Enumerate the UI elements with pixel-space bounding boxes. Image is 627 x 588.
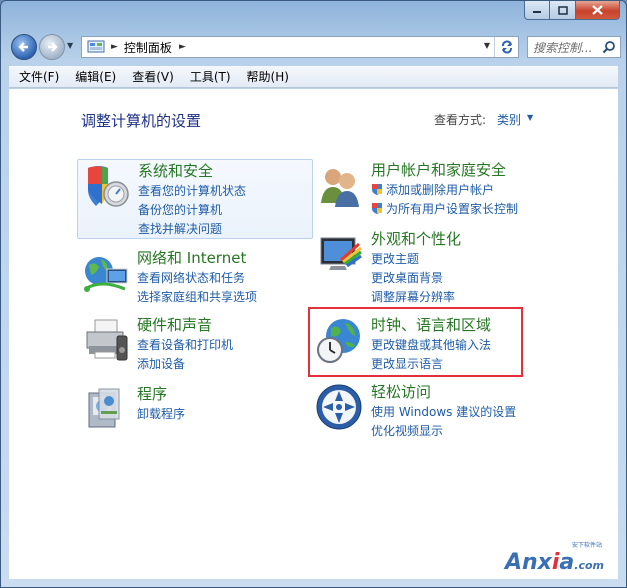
close-button[interactable] (576, 1, 620, 20)
address-bar[interactable]: ► 控制面板 ► ▼ (81, 36, 519, 58)
link-change-theme[interactable]: 更改主题 (371, 250, 419, 267)
ease-of-access-icon (316, 384, 362, 430)
watermark-brand-end: a (559, 550, 575, 575)
search-icon[interactable] (602, 40, 616, 54)
menu-help[interactable]: 帮助(H) (242, 68, 294, 85)
category-network-internet[interactable]: 网络和 Internet 查看网络状态和任务 选择家庭组和共享选项 (77, 247, 313, 309)
category-title-system-security[interactable]: 系统和安全 (138, 160, 213, 181)
link-homegroup-sharing[interactable]: 选择家庭组和共享选项 (137, 288, 257, 305)
category-appearance[interactable]: 外观和个性化 更改主题 更改桌面背景 调整屏幕分辨率 (311, 228, 561, 304)
menu-file[interactable]: 文件(F) (14, 68, 64, 85)
programs-box-icon (88, 388, 120, 428)
navigation-bar: ▼ ► 控制面板 ► ▼ 搜索控制... (9, 32, 621, 62)
recent-pages-dropdown[interactable]: ▼ (67, 41, 77, 51)
network-globe-icon (84, 257, 128, 292)
category-title-programs[interactable]: 程序 (137, 383, 167, 404)
view-by-label: 查看方式: (434, 113, 487, 127)
control-panel-icon (87, 40, 105, 53)
users-icon (321, 169, 359, 207)
search-input[interactable]: 搜索控制... (527, 36, 621, 58)
link-parental-controls-label: 为所有用户设置家长控制 (386, 202, 519, 216)
caption-buttons (524, 1, 620, 21)
printer-icon (86, 319, 128, 361)
link-uninstall-program[interactable]: 卸载程序 (137, 405, 185, 422)
link-parental-controls[interactable]: 为所有用户设置家长控制 (371, 200, 518, 217)
category-title-user-accounts[interactable]: 用户帐户和家庭安全 (371, 159, 506, 180)
link-add-device[interactable]: 添加设备 (137, 355, 185, 372)
link-windows-recommended-settings[interactable]: 使用 Windows 建议的设置 (371, 403, 516, 420)
watermark-logo: Anxia.com (505, 550, 604, 575)
category-user-accounts[interactable]: 用户帐户和家庭安全 添加或删除用户帐户 为所有用户设置家长控制 (311, 159, 561, 221)
category-programs[interactable]: 程序 卸载程序 (77, 383, 313, 433)
refresh-button[interactable] (494, 37, 518, 57)
link-add-remove-accounts[interactable]: 添加或删除用户帐户 (371, 181, 494, 198)
link-adjust-resolution[interactable]: 调整屏幕分辨率 (371, 288, 455, 305)
back-button[interactable] (11, 34, 37, 60)
menu-tools[interactable]: 工具(T) (185, 68, 236, 85)
content-pane: 调整计算机的设置 查看方式: 类别 ▼ 系统和安全 查看您的计算机状态 备份您的… (9, 89, 618, 579)
category-ease-of-access[interactable]: 轻松访问 使用 Windows 建议的设置 优化视频显示 (311, 381, 561, 439)
uac-shield-icon (372, 203, 382, 214)
close-icon (592, 5, 603, 15)
category-title-network-internet[interactable]: 网络和 Internet (137, 247, 246, 268)
watermark-subtitle: 安下软件站 (571, 542, 602, 549)
link-optimize-visual-display[interactable]: 优化视频显示 (371, 422, 443, 439)
uac-shield-icon (372, 184, 382, 195)
link-add-remove-accounts-label: 添加或删除用户帐户 (386, 183, 495, 197)
link-devices-printers[interactable]: 查看设备和打印机 (137, 336, 233, 353)
menu-bar: 文件(F) 编辑(E) 查看(V) 工具(T) 帮助(H) (9, 66, 618, 88)
category-hardware-sound[interactable]: 硬件和声音 查看设备和打印机 添加设备 (77, 314, 313, 372)
link-change-background[interactable]: 更改桌面背景 (371, 269, 443, 286)
link-troubleshoot[interactable]: 查找并解决问题 (138, 220, 222, 237)
category-title-ease-of-access[interactable]: 轻松访问 (371, 381, 431, 402)
security-shield-icon (88, 166, 129, 207)
link-view-network-status[interactable]: 查看网络状态和任务 (137, 269, 245, 286)
link-backup-computer[interactable]: 备份您的计算机 (138, 201, 222, 218)
forward-button[interactable] (39, 34, 65, 60)
category-title-appearance[interactable]: 外观和个性化 (371, 228, 461, 249)
breadcrumb-next-icon[interactable]: ► (179, 42, 186, 52)
menu-edit[interactable]: 编辑(E) (70, 68, 121, 85)
category-system-security[interactable]: 系统和安全 查看您的计算机状态 备份您的计算机 查找并解决问题 (77, 159, 313, 239)
breadcrumb-separator-icon[interactable]: ► (111, 42, 118, 52)
category-title-hardware-sound[interactable]: 硬件和声音 (137, 314, 212, 335)
minimize-button[interactable] (524, 1, 550, 20)
page-title: 调整计算机的设置 (81, 112, 202, 130)
appearance-monitor-icon (320, 237, 362, 270)
refresh-icon (501, 40, 512, 54)
watermark-domain: .com (574, 559, 604, 572)
highlight-annotation-box (308, 307, 523, 377)
minimize-icon (533, 11, 541, 13)
view-by-dropdown[interactable]: 类别 (497, 111, 521, 128)
menu-view[interactable]: 查看(V) (127, 68, 179, 85)
control-panel-window: ▼ ► 控制面板 ► ▼ 搜索控制... 文件(F) 编辑(E) 查看(V) 工… (0, 0, 627, 588)
maximize-icon (557, 5, 568, 15)
maximize-button[interactable] (550, 1, 576, 20)
back-arrow-icon (18, 42, 28, 52)
search-placeholder: 搜索控制... (533, 40, 593, 55)
breadcrumb-control-panel[interactable]: 控制面板 (124, 39, 172, 56)
watermark-brand-start: Anx (504, 550, 552, 575)
address-history-dropdown-icon[interactable]: ▼ (484, 41, 490, 50)
link-view-computer-status[interactable]: 查看您的计算机状态 (138, 182, 246, 199)
view-by-dropdown-arrow-icon[interactable]: ▼ (527, 113, 533, 122)
forward-arrow-icon (48, 42, 58, 52)
